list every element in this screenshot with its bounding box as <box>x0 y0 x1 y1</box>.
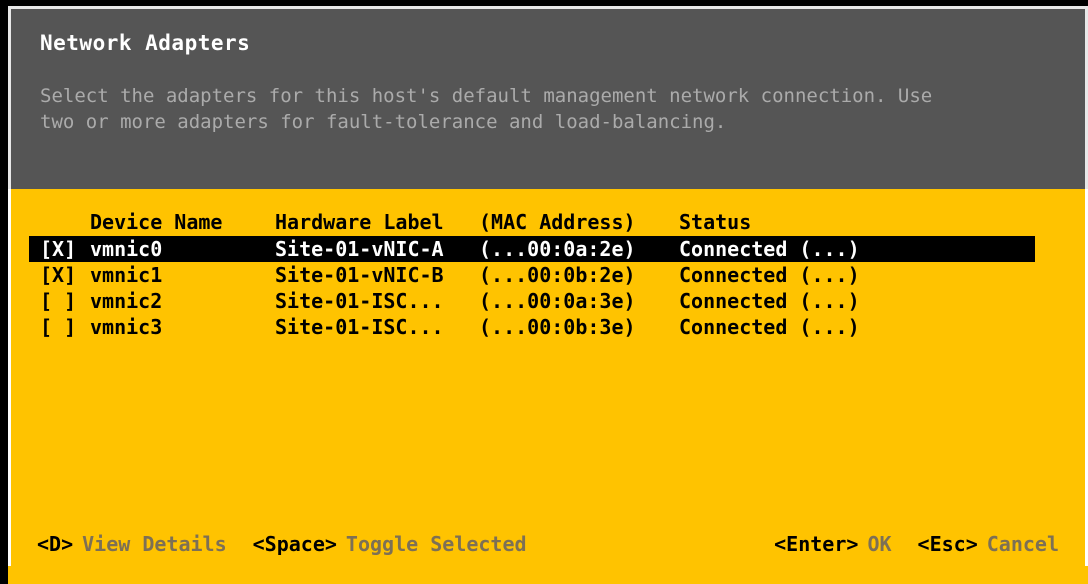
row-checkbox[interactable]: [X] <box>40 262 90 288</box>
network-adapters-dialog: Network Adapters Select the adapters for… <box>8 6 1088 584</box>
dialog-bottom-strip <box>8 566 1088 584</box>
row-mac-address: (...00:0b:3e) <box>479 315 636 339</box>
key-label-toggle-selected: Toggle Selected <box>345 531 527 556</box>
table-row[interactable]: [X] vmnic1 Site-01-vNIC-B (...00:0b:2e) … <box>40 262 1085 288</box>
row-status: Connected (...) <box>679 289 860 313</box>
row-mac-address: (...00:0a:2e) <box>479 237 636 261</box>
page-title: Network Adapters <box>40 31 251 55</box>
column-header-mac: (MAC Address) <box>479 210 636 234</box>
key-label-ok: OK <box>867 531 892 556</box>
adapter-table: Device Name Hardware Label (MAC Address)… <box>11 209 1085 340</box>
key-label-cancel: Cancel <box>986 531 1059 556</box>
row-status: Connected (...) <box>679 237 860 261</box>
row-mac-address: (...00:0a:3e) <box>479 289 636 313</box>
row-hardware-label: Site-01-ISC... <box>275 289 444 313</box>
row-device-name: vmnic0 <box>90 237 163 261</box>
column-header-status: Status <box>679 210 752 234</box>
table-header-row: Device Name Hardware Label (MAC Address)… <box>29 209 1085 235</box>
table-row[interactable]: [ ] vmnic2 Site-01-ISC... (...00:0a:3e) … <box>40 288 1085 314</box>
header-description: Select the adapters for this host's defa… <box>40 85 944 133</box>
row-hardware-label: Site-01-ISC... <box>275 315 444 339</box>
key-hints-left: <D> View Details <Space> Toggle Selected <box>37 532 553 556</box>
row-hardware-label: Site-01-vNIC-B <box>275 263 444 287</box>
key-cap-esc: <Esc> <box>917 531 978 556</box>
key-label-view-details: View Details <box>82 531 227 556</box>
dialog-header: Network Adapters Select the adapters for… <box>8 6 1088 189</box>
column-header-hardware: Hardware Label <box>275 210 444 234</box>
row-checkbox[interactable]: [ ] <box>40 314 90 340</box>
key-hint-cancel[interactable]: <Esc> Cancel <box>918 532 1059 556</box>
key-hint-toggle-selected[interactable]: <Space> Toggle Selected <box>253 532 527 556</box>
row-device-name: vmnic3 <box>90 315 163 339</box>
row-device-name: vmnic1 <box>90 263 163 287</box>
table-row[interactable]: [ ] vmnic3 Site-01-ISC... (...00:0b:3e) … <box>40 314 1085 340</box>
key-cap-space: <Space> <box>252 531 337 556</box>
table-row[interactable]: [X] vmnic0 Site-01-vNIC-A (...00:0a:2e) … <box>29 236 1035 262</box>
key-hint-ok[interactable]: <Enter> OK <box>774 532 891 556</box>
key-cap-d: <D> <box>37 531 74 556</box>
key-cap-enter: <Enter> <box>774 531 859 556</box>
adapter-list-panel: Device Name Hardware Label (MAC Address)… <box>8 189 1088 512</box>
row-mac-address: (...00:0b:2e) <box>479 263 636 287</box>
key-hints-right: <Enter> OK <Esc> Cancel <box>774 532 1059 556</box>
column-header-device: Device Name <box>90 210 223 234</box>
row-checkbox[interactable]: [X] <box>40 236 90 262</box>
row-device-name: vmnic2 <box>90 289 163 313</box>
row-status: Connected (...) <box>679 315 860 339</box>
key-hint-view-details[interactable]: <D> View Details <box>37 532 227 556</box>
row-checkbox[interactable]: [ ] <box>40 288 90 314</box>
row-hardware-label: Site-01-vNIC-A <box>275 237 444 261</box>
row-status: Connected (...) <box>679 263 860 287</box>
dcui-screen: Network Adapters Select the adapters for… <box>0 0 1088 584</box>
